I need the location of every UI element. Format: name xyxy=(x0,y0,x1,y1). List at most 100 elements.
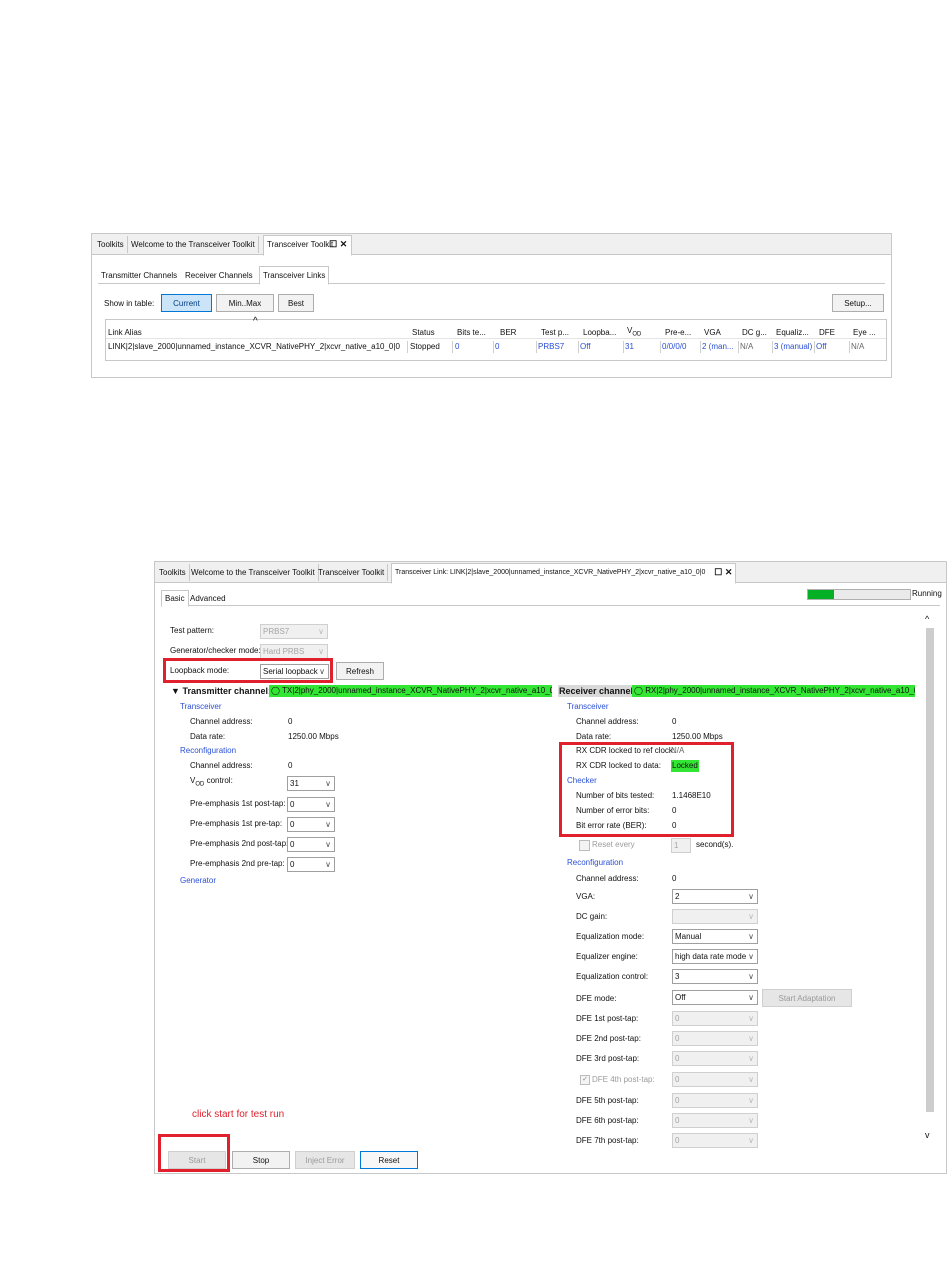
generator-mode-select[interactable]: Hard PRBS ∨ xyxy=(260,644,328,659)
cell-ber[interactable]: 0 xyxy=(495,341,499,353)
tx-channel-address-label: Channel address: xyxy=(190,717,253,726)
pre-emphasis-1st-post-value: 0 xyxy=(290,800,295,809)
tx-transceiver-heading: Transceiver xyxy=(180,702,222,711)
tab-toolkits[interactable]: Toolkits xyxy=(156,564,190,581)
tab-transceiver-links[interactable]: Transceiver Links xyxy=(259,266,330,285)
tab-welcome[interactable]: Welcome to the Transceiver Toolkit xyxy=(188,564,319,581)
test-pattern-select[interactable]: PRBS7 ∨ xyxy=(260,624,328,639)
tab-transceiver-toolkit[interactable]: Transceiver Toolkit ☐ ✕ xyxy=(263,235,353,256)
tx-recfg-address-label: Channel address: xyxy=(190,761,253,770)
eq-engine-select[interactable]: high data rate mode ∨ xyxy=(672,949,758,964)
eq-engine-label: Equalizer engine: xyxy=(576,952,638,961)
dfe-4th-checkbox[interactable]: ✓ xyxy=(580,1075,590,1085)
dfe-tap-select[interactable]: 0 ∨ xyxy=(672,1133,758,1148)
cell-vga[interactable]: 2 (man... xyxy=(702,341,734,353)
tab-close-icon[interactable]: ☐ ✕ xyxy=(714,564,732,581)
scroll-down-icon[interactable]: v xyxy=(925,1130,930,1140)
setup-button[interactable]: Setup... xyxy=(832,294,884,312)
stop-button[interactable]: Stop xyxy=(232,1151,290,1169)
cell-test-pattern[interactable]: PRBS7 xyxy=(538,341,564,353)
tab-receiver-channels[interactable]: Receiver Channels xyxy=(182,268,256,283)
receiver-channel-header[interactable]: Receiver channel: xyxy=(558,685,638,697)
tab-transceiver-toolkit[interactable]: Transceiver Toolkit xyxy=(315,564,389,581)
column-header[interactable]: Equaliz... xyxy=(776,327,809,339)
column-header[interactable]: Status xyxy=(412,327,435,339)
dfe-tap-select[interactable]: 0 ∨ xyxy=(672,1031,758,1046)
table-row[interactable]: LINK|2|slave_2000|unnamed_instance_XCVR_… xyxy=(106,341,886,353)
tab-basic[interactable]: Basic xyxy=(161,590,189,607)
progress-fill xyxy=(808,590,834,599)
tab-toolkits[interactable]: Toolkits xyxy=(94,236,128,253)
vga-select[interactable]: 2 ∨ xyxy=(672,889,758,904)
column-header[interactable]: VOD xyxy=(627,325,641,341)
refresh-button[interactable]: Refresh xyxy=(336,662,384,680)
column-header[interactable]: DFE xyxy=(819,327,835,339)
column-header[interactable]: DC g... xyxy=(742,327,767,339)
tab-advanced[interactable]: Advanced xyxy=(187,592,229,605)
column-header[interactable]: VGA xyxy=(704,327,721,339)
column-header[interactable]: Link Alias xyxy=(108,327,142,339)
dfe-tap-value: 0 xyxy=(675,1034,680,1043)
eq-control-label: Equalization control: xyxy=(576,972,649,981)
chevron-down-icon: ∨ xyxy=(748,1096,754,1105)
cell-status: Stopped xyxy=(410,342,440,351)
pre-emphasis-2nd-post-select[interactable]: 0 ∨ xyxy=(287,837,335,852)
column-divider xyxy=(623,341,624,353)
cell-vod[interactable]: 31 xyxy=(625,341,634,353)
reset-button[interactable]: Reset xyxy=(360,1151,418,1169)
chevron-down-icon: ∨ xyxy=(325,860,331,869)
dfe-mode-select[interactable]: Off ∨ xyxy=(672,990,758,1005)
column-header[interactable]: Eye ... xyxy=(853,327,876,339)
reset-every-label: Reset every xyxy=(592,840,635,849)
dfe-tap-select[interactable]: 0 ∨ xyxy=(672,1113,758,1128)
scrollbar-thumb[interactable] xyxy=(926,628,934,1112)
chevron-down-icon: ∨ xyxy=(748,972,754,981)
cell-dfe[interactable]: Off xyxy=(816,341,827,353)
cell-equalization[interactable]: 3 (manual) xyxy=(774,341,812,353)
tab-welcome[interactable]: Welcome to the Transceiver Toolkit xyxy=(128,236,259,253)
pre-emphasis-2nd-pre-select[interactable]: 0 ∨ xyxy=(287,857,335,872)
rx-channel-address-value: 0 xyxy=(672,717,677,726)
tab-transceiver-link[interactable]: Transceiver Link: LINK|2|slave_2000|unna… xyxy=(391,563,737,584)
inject-error-button[interactable]: Inject Error xyxy=(295,1151,355,1169)
vertical-scrollbar[interactable]: ^ v xyxy=(923,614,937,1144)
transmitter-channel-header[interactable]: ▼ Transmitter channel: xyxy=(171,685,271,697)
column-header[interactable]: Loopba... xyxy=(583,327,616,339)
column-header[interactable]: Pre-e... xyxy=(665,327,691,339)
chevron-down-icon: ∨ xyxy=(325,820,331,829)
rx-reconfiguration-heading: Reconfiguration xyxy=(567,858,624,867)
eq-mode-label: Equalization mode: xyxy=(576,932,645,941)
dfe-tap-select[interactable]: 0 ∨ xyxy=(672,1051,758,1066)
chevron-down-icon: ∨ xyxy=(748,993,754,1002)
pre-emphasis-1st-post-select[interactable]: 0 ∨ xyxy=(287,797,335,812)
reset-every-input[interactable]: 1 xyxy=(671,838,691,853)
cell-pre-emphasis[interactable]: 0/0/0/0 xyxy=(662,341,686,353)
cell-loopback[interactable]: Off xyxy=(580,341,591,353)
scroll-up-icon[interactable]: ^ xyxy=(925,614,929,624)
sub-tab-bar: Transmitter Channels Receiver Channels T… xyxy=(98,266,885,285)
dfe-tap-select[interactable]: 0 ∨ xyxy=(672,1072,758,1087)
column-header[interactable]: Bits te... xyxy=(457,327,486,339)
tab-transmitter-channels[interactable]: Transmitter Channels xyxy=(98,268,180,283)
dfe-tap-select[interactable]: 0 ∨ xyxy=(672,1011,758,1026)
eq-control-select[interactable]: 3 ∨ xyxy=(672,969,758,984)
cell-bits-tested[interactable]: 0 xyxy=(455,341,459,353)
reset-every-checkbox[interactable] xyxy=(579,840,590,851)
best-button[interactable]: Best xyxy=(278,294,314,312)
column-header[interactable]: BER xyxy=(500,327,516,339)
seconds-label: second(s). xyxy=(696,840,734,849)
vod-control-label: VOD control: xyxy=(190,776,233,788)
minmax-button[interactable]: Min..Max xyxy=(216,294,274,312)
current-button[interactable]: Current xyxy=(161,294,212,312)
column-header[interactable]: Test p... xyxy=(541,327,569,339)
tx-channel-name: ◯ TX|2|phy_2000|unnamed_instance_XCVR_Na… xyxy=(269,685,552,697)
dc-gain-select[interactable]: ∨ xyxy=(672,909,758,924)
dfe-tap-select[interactable]: 0 ∨ xyxy=(672,1093,758,1108)
tab-close-icon[interactable]: ☐ ✕ xyxy=(329,236,347,253)
column-divider xyxy=(738,341,739,353)
pre-emphasis-1st-pre-select[interactable]: 0 ∨ xyxy=(287,817,335,832)
eq-mode-select[interactable]: Manual ∨ xyxy=(672,929,758,944)
cell-eye: N/A xyxy=(851,342,865,351)
start-adaptation-button[interactable]: Start Adaptation xyxy=(762,989,852,1007)
vod-control-select[interactable]: 31 ∨ xyxy=(287,776,335,791)
